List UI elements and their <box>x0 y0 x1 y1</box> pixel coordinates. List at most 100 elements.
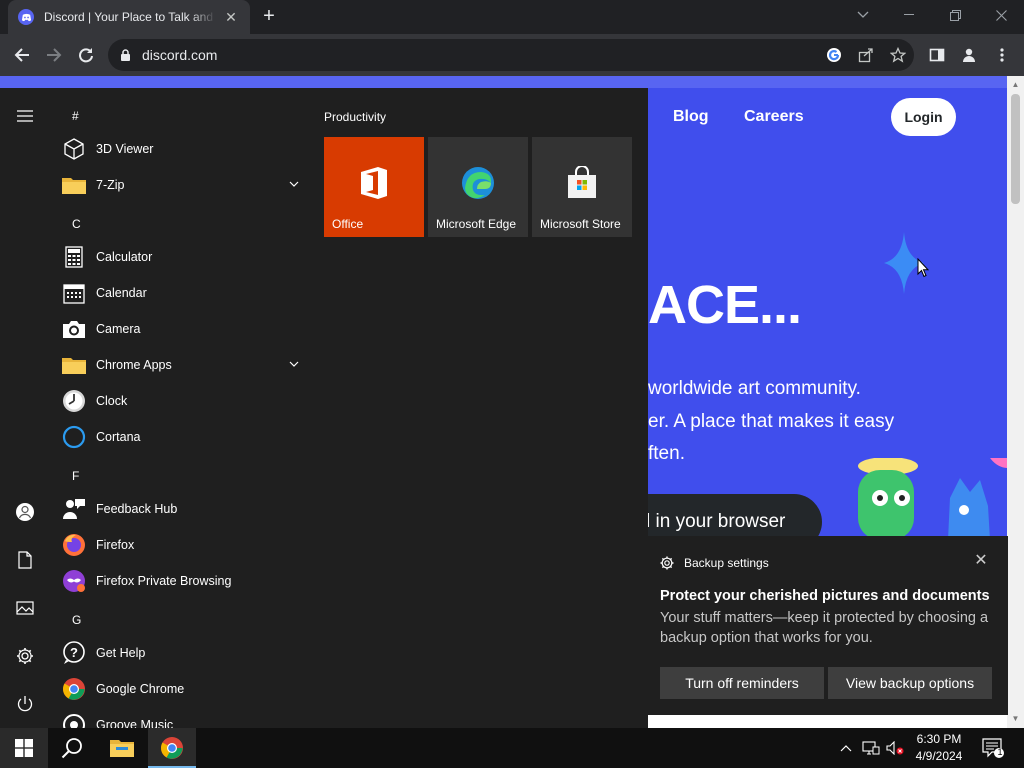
app-google-chrome[interactable]: Google Chrome <box>62 671 307 707</box>
chevron-down-icon[interactable] <box>289 179 299 189</box>
profile-icon[interactable] <box>959 45 979 65</box>
help-icon: ? <box>62 641 86 665</box>
app-7-zip-folder[interactable]: 7-Zip <box>62 167 307 203</box>
tile-microsoft-store[interactable]: Microsoft Store <box>532 137 632 237</box>
start-menu: # 3D Viewer 7-Zip C Calculator Calendar … <box>0 88 648 728</box>
firefox-icon <box>62 533 86 557</box>
browser-tab[interactable]: Discord | Your Place to Talk and Hang Ou… <box>8 0 250 34</box>
taskbar: 6:30 PM 4/9/2024 1 <box>0 728 1024 768</box>
tile-group-title[interactable]: Productivity <box>324 110 386 124</box>
clock-icon <box>62 389 86 413</box>
toast-header: Backup settings <box>660 556 769 570</box>
folder-icon <box>62 173 86 197</box>
app-firefox-private-browsing[interactable]: Firefox Private Browsing <box>62 563 307 599</box>
letter-header-g[interactable]: G <box>72 613 81 627</box>
letter-header-c[interactable]: C <box>72 217 81 231</box>
nav-link-blog[interactable]: Blog <box>673 108 709 126</box>
pictures-icon[interactable] <box>14 597 36 619</box>
restore-button[interactable] <box>932 0 978 30</box>
system-clock[interactable]: 6:30 PM 4/9/2024 <box>908 731 970 765</box>
action-center-button[interactable]: 1 <box>980 728 1006 768</box>
file-explorer-icon <box>110 740 134 757</box>
toast-title: Protect your cherished pictures and docu… <box>660 588 990 604</box>
app-cortana[interactable]: Cortana <box>62 419 307 455</box>
discord-favicon-icon <box>18 9 34 25</box>
settings-gear-icon[interactable] <box>14 645 36 667</box>
tab-title: Discord | Your Place to Talk and Hang Ou… <box>44 10 216 24</box>
app-chrome-apps-folder[interactable]: Chrome Apps <box>62 347 307 383</box>
office-icon <box>356 165 392 201</box>
mascot-illustration <box>858 458 1007 538</box>
edge-icon <box>460 165 496 201</box>
address-bar[interactable]: discord.com <box>108 39 914 71</box>
app-groove-music[interactable]: Groove Music <box>62 707 307 728</box>
taskbar-file-explorer[interactable] <box>98 728 146 768</box>
svg-text:?: ? <box>70 645 78 660</box>
documents-icon[interactable] <box>14 549 36 571</box>
hero-text-line-1: worldwide art community. <box>648 378 861 399</box>
app-clock[interactable]: Clock <box>62 383 307 419</box>
firefox-private-icon <box>62 569 86 593</box>
tile-office[interactable]: Office <box>324 137 424 237</box>
show-hidden-icons-chevron-icon[interactable] <box>836 728 856 768</box>
app-list: # 3D Viewer 7-Zip C Calculator Calendar … <box>52 88 312 728</box>
hero-text-line-3: ften. <box>648 443 685 464</box>
volume-muted-icon[interactable] <box>884 728 906 768</box>
tab-search-icon[interactable] <box>840 0 886 30</box>
hero-heading: ACE... <box>648 275 802 335</box>
url-text[interactable]: discord.com <box>142 47 217 63</box>
network-icon[interactable] <box>860 728 882 768</box>
toast-app-name: Backup settings <box>684 556 769 570</box>
browser-toolbar: discord.com <box>0 34 1024 76</box>
scroll-down-arrow[interactable]: ▼ <box>1011 714 1020 723</box>
login-button[interactable]: Login <box>891 98 956 136</box>
app-firefox[interactable]: Firefox <box>62 527 307 563</box>
view-backup-options-button[interactable]: View backup options <box>828 667 992 699</box>
chrome-menu-icon[interactable] <box>992 45 1012 65</box>
share-icon[interactable] <box>856 45 876 65</box>
letter-header-hash[interactable]: # <box>72 109 79 123</box>
app-get-help[interactable]: ? Get Help <box>62 635 307 671</box>
reload-button[interactable] <box>74 43 98 67</box>
scrollbar-thumb[interactable] <box>1011 94 1020 204</box>
notification-count-badge: 1 <box>997 747 1003 757</box>
forward-button[interactable] <box>42 43 66 67</box>
app-3d-viewer[interactable]: 3D Viewer <box>62 131 307 167</box>
close-window-button[interactable] <box>978 0 1024 30</box>
taskbar-google-chrome[interactable] <box>148 728 196 768</box>
page-scrollbar[interactable]: ▲ ▼ <box>1007 76 1024 728</box>
page-top-banner <box>0 76 1007 88</box>
user-account-icon[interactable] <box>14 501 36 523</box>
clock-date: 4/9/2024 <box>915 749 963 763</box>
calendar-icon <box>62 281 86 305</box>
app-calculator[interactable]: Calculator <box>62 239 307 275</box>
toast-close-icon[interactable]: ✕ <box>974 553 988 569</box>
power-icon[interactable] <box>14 693 36 715</box>
new-tab-button[interactable]: + <box>258 6 280 28</box>
app-calendar[interactable]: Calendar <box>62 275 307 311</box>
search-icon <box>61 738 82 759</box>
back-button[interactable] <box>10 43 34 67</box>
folder-icon <box>62 353 86 377</box>
side-panel-icon[interactable] <box>927 45 947 65</box>
hero-text-line-2: er. A place that makes it easy <box>648 411 895 432</box>
app-feedback-hub[interactable]: Feedback Hub <box>62 491 307 527</box>
page-footer-strip <box>648 714 1007 728</box>
chrome-icon <box>161 737 183 759</box>
tile-microsoft-edge[interactable]: Microsoft Edge <box>428 137 528 237</box>
backup-notification-toast[interactable]: Backup settings ✕ Protect your cherished… <box>648 536 1008 715</box>
chevron-down-icon[interactable] <box>289 359 299 369</box>
start-button[interactable] <box>0 728 48 768</box>
scroll-up-arrow[interactable]: ▲ <box>1011 80 1020 89</box>
app-camera[interactable]: Camera <box>62 311 307 347</box>
letter-header-f[interactable]: F <box>72 469 79 483</box>
nav-link-careers[interactable]: Careers <box>744 108 804 126</box>
hamburger-menu-icon[interactable] <box>14 105 36 127</box>
minimize-button[interactable] <box>886 0 932 30</box>
bookmark-star-icon[interactable] <box>888 45 908 65</box>
turn-off-reminders-button[interactable]: Turn off reminders <box>660 667 824 699</box>
lock-icon[interactable] <box>120 48 131 61</box>
taskbar-search-button[interactable] <box>48 728 96 768</box>
tab-close-icon[interactable]: ✕ <box>222 9 240 26</box>
google-lens-icon[interactable] <box>824 45 844 65</box>
